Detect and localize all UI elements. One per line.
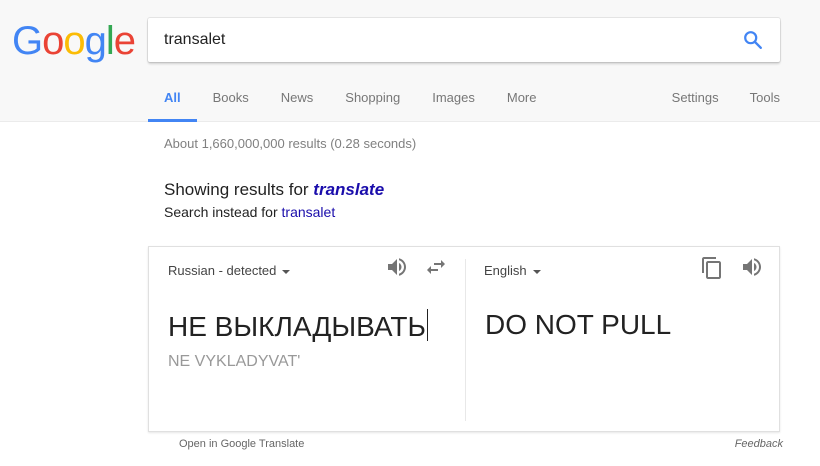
tab-news[interactable]: News xyxy=(265,78,330,122)
search-tools: Settings Tools xyxy=(641,78,780,122)
original-query-link[interactable]: transalet xyxy=(282,204,336,220)
showing-prefix: Showing results for xyxy=(164,180,314,199)
copy-icon[interactable] xyxy=(700,256,724,280)
google-logo[interactable]: Google xyxy=(12,18,136,64)
transliteration: NE VYKLADYVAT' xyxy=(168,353,301,370)
instead-prefix: Search instead for xyxy=(164,204,282,220)
chevron-down-icon xyxy=(282,269,291,274)
search-input[interactable] xyxy=(164,18,724,62)
open-in-google-translate-link[interactable]: Open in Google Translate xyxy=(179,438,304,450)
showing-results-for: Showing results for translate xyxy=(164,180,384,200)
tab-settings[interactable]: Settings xyxy=(641,78,719,122)
target-language-select[interactable]: English xyxy=(484,263,541,278)
source-language-label: Russian - detected xyxy=(168,263,277,278)
tab-tools[interactable]: Tools xyxy=(719,78,780,122)
source-language-select[interactable]: Russian - detected xyxy=(168,263,291,278)
source-text: НЕ ВЫКЛАДЫВАТЬ xyxy=(168,311,426,342)
card-divider xyxy=(465,259,466,421)
search-icon[interactable] xyxy=(742,29,764,51)
corrected-query-link[interactable]: translate xyxy=(313,180,384,199)
tab-more[interactable]: More xyxy=(491,78,553,122)
speaker-icon[interactable] xyxy=(740,255,764,279)
result-stats: About 1,660,000,000 results (0.28 second… xyxy=(164,136,417,151)
tab-all[interactable]: All xyxy=(148,78,197,122)
search-box xyxy=(148,18,780,62)
search-instead: Search instead for transalet xyxy=(164,204,335,220)
tab-books[interactable]: Books xyxy=(197,78,265,122)
source-text-input[interactable]: НЕ ВЫКЛАДЫВАТЬ xyxy=(168,309,428,343)
search-header: Google All Books News Shopping Images Mo… xyxy=(0,0,820,122)
translate-card: Russian - detected English НЕ ВЫКЛАДЫВАТ… xyxy=(148,246,780,432)
tab-shopping[interactable]: Shopping xyxy=(329,78,416,122)
text-cursor xyxy=(426,309,428,341)
search-tabs: All Books News Shopping Images More xyxy=(148,78,553,122)
feedback-link[interactable]: Feedback xyxy=(735,438,783,450)
speaker-icon[interactable] xyxy=(385,255,409,279)
tab-images[interactable]: Images xyxy=(416,78,491,122)
target-language-label: English xyxy=(484,263,527,278)
swap-languages-icon[interactable] xyxy=(424,255,448,279)
chevron-down-icon xyxy=(532,269,541,274)
translated-text: DO NOT PULL xyxy=(485,309,672,340)
